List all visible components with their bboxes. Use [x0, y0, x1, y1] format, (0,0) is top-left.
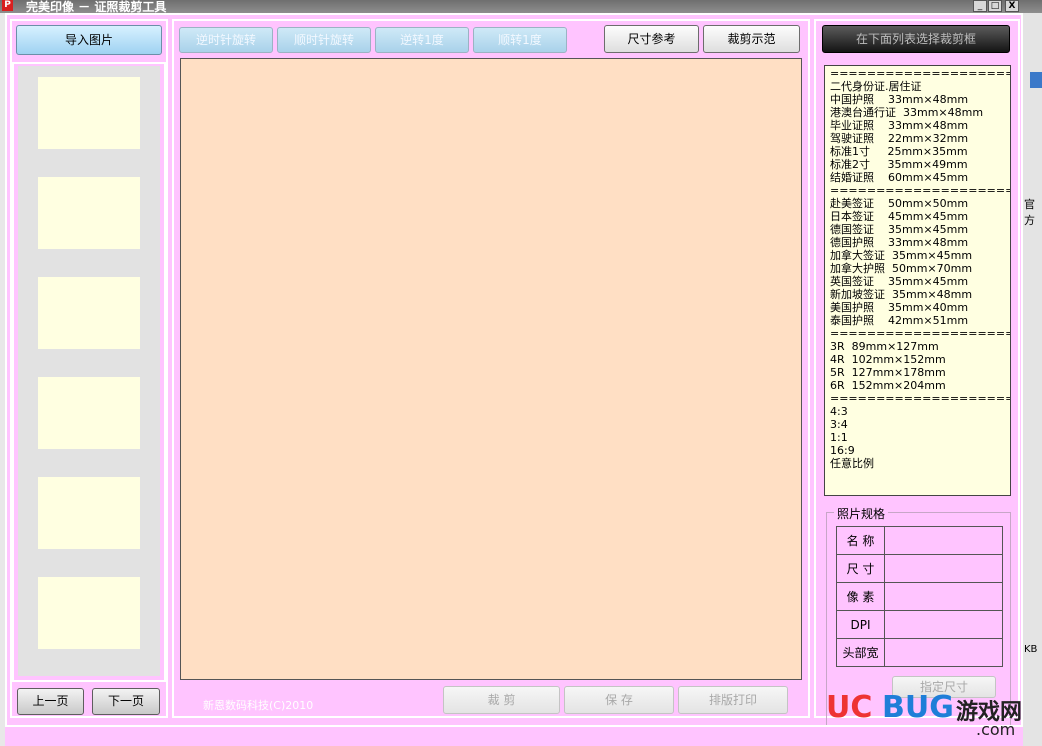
size-reference-item[interactable]: 16:9 — [830, 444, 1010, 457]
size-reference-item[interactable]: 4:3 — [830, 405, 1010, 418]
size-reference-item[interactable]: 4R 102mm×152mm — [830, 353, 1010, 366]
rotate-ccw-1deg-button[interactable]: 逆转1度 — [375, 27, 469, 53]
photo-spec-legend: 照片规格 — [834, 505, 889, 522]
image-canvas[interactable] — [180, 58, 802, 680]
size-reference-item[interactable]: 日本签证 45mm×45mm — [830, 210, 1010, 223]
size-reference-item[interactable]: ================================ — [830, 67, 1010, 80]
size-reference-item[interactable]: 结婚证照 60mm×45mm — [830, 171, 1010, 184]
size-reference-item[interactable]: ================================ — [830, 184, 1010, 197]
size-reference-item[interactable]: 5R 127mm×178mm — [830, 366, 1010, 379]
size-reference-item[interactable]: 港澳台通行证 33mm×48mm — [830, 106, 1010, 119]
window-title: 完美印像 － 证照裁剪工具 — [26, 0, 167, 13]
size-reference-list[interactable]: ================================二代身份证.居住… — [824, 65, 1011, 496]
close-button[interactable]: X — [1005, 0, 1019, 12]
minimize-button[interactable]: _ — [973, 0, 987, 12]
thumbnail-slot[interactable] — [38, 377, 140, 449]
thumbnail-slot[interactable] — [38, 277, 140, 349]
size-reference-item[interactable]: 德国签证 35mm×45mm — [830, 223, 1010, 236]
spec-row-value — [884, 582, 1003, 611]
size-reference-item[interactable]: 标准1寸 25mm×35mm — [830, 145, 1010, 158]
spec-row-label: 尺 寸 — [836, 554, 885, 583]
spec-row-value — [884, 554, 1003, 583]
crop-demo-button[interactable]: 裁剪示范 — [703, 25, 800, 53]
spec-row-label: DPI — [836, 610, 885, 639]
size-reference-item[interactable]: 驾驶证照 22mm×32mm — [830, 132, 1010, 145]
size-reference-item[interactable]: 新加坡签证 35mm×48mm — [830, 288, 1010, 301]
desktop-text-kb: KB — [1024, 644, 1038, 655]
size-reference-button[interactable]: 尺寸参考 — [604, 25, 699, 53]
spec-row-value — [884, 526, 1003, 555]
select-crop-frame-button[interactable]: 在下面列表选择裁剪框 — [822, 25, 1010, 53]
save-button[interactable]: 保 存 — [564, 686, 674, 714]
size-reference-item[interactable]: 任意比例 — [830, 457, 1010, 470]
size-reference-item[interactable]: 毕业证照 33mm×48mm — [830, 119, 1010, 132]
spec-row-label: 像 素 — [836, 582, 885, 611]
size-reference-item[interactable]: ================================ — [830, 392, 1010, 405]
rotate-ccw-button[interactable]: 逆时针旋转 — [179, 27, 273, 53]
import-image-button[interactable]: 导入图片 — [16, 25, 162, 55]
thumbnail-slot[interactable] — [38, 177, 140, 249]
size-reference-item[interactable]: 泰国护照 42mm×51mm — [830, 314, 1010, 327]
size-reference-item[interactable]: 6R 152mm×204mm — [830, 379, 1010, 392]
size-reference-item[interactable]: 中国护照 33mm×48mm — [830, 93, 1010, 106]
photo-spec-table: 名 称尺 寸像 素 DPI 头部宽 — [836, 526, 1003, 667]
size-reference-item[interactable]: 3:4 — [830, 418, 1010, 431]
thumbnail-slot[interactable] — [38, 477, 140, 549]
title-bar[interactable]: P 完美印像 － 证照裁剪工具 _ □ X — [0, 0, 1042, 13]
size-reference-item[interactable]: 二代身份证.居住证 — [830, 80, 1010, 93]
spec-row: 头部宽 — [836, 638, 1003, 667]
spec-row: 像 素 — [836, 582, 1003, 611]
desktop-text: 官方 — [1024, 198, 1035, 227]
watermark-com: .com — [976, 720, 1016, 739]
maximize-button[interactable]: □ — [988, 0, 1002, 12]
size-reference-item[interactable]: 加拿大签证 35mm×45mm — [830, 249, 1010, 262]
spec-row: DPI — [836, 610, 1003, 639]
watermark-uc: UC — [826, 690, 873, 725]
desktop-app-icon — [1030, 72, 1042, 88]
size-reference-item[interactable]: 赴美签证 50mm×50mm — [830, 197, 1010, 210]
spec-row-label: 名 称 — [836, 526, 885, 555]
size-reference-item[interactable]: ================================ — [830, 327, 1010, 340]
thumbnail-slot[interactable] — [38, 77, 140, 149]
size-reference-item[interactable]: 1:1 — [830, 431, 1010, 444]
spec-row-label: 头部宽 — [836, 638, 885, 667]
size-reference-item[interactable]: 英国签证 35mm×45mm — [830, 275, 1010, 288]
size-reference-item[interactable]: 3R 89mm×127mm — [830, 340, 1010, 353]
thumbnail-slot[interactable] — [38, 577, 140, 649]
watermark-bug: BUG — [882, 690, 954, 725]
copyright-text: 新恩数码科技(C)2010 — [203, 699, 314, 712]
spec-row-value — [884, 610, 1003, 639]
next-page-button[interactable]: 下一页 — [92, 688, 160, 715]
app-logo-icon: P — [2, 0, 13, 11]
spec-row-value — [884, 638, 1003, 667]
prev-page-button[interactable]: 上一页 — [17, 688, 84, 715]
size-reference-item[interactable]: 标准2寸 35mm×49mm — [830, 158, 1010, 171]
spec-row: 尺 寸 — [836, 554, 1003, 583]
desktop-right-strip — [1023, 13, 1042, 746]
crop-button[interactable]: 裁 剪 — [443, 686, 560, 714]
watermark-logo: UC BUG 游戏网 .com — [826, 690, 1040, 746]
rotate-cw-1deg-button[interactable]: 顺转1度 — [473, 27, 567, 53]
size-reference-item[interactable]: 德国护照 33mm×48mm — [830, 236, 1010, 249]
spec-row: 名 称 — [836, 526, 1003, 555]
size-reference-item[interactable]: 加拿大护照 50mm×70mm — [830, 262, 1010, 275]
layout-print-button[interactable]: 排版打印 — [678, 686, 788, 714]
size-reference-item[interactable]: 美国护照 35mm×40mm — [830, 301, 1010, 314]
rotate-cw-button[interactable]: 顺时针旋转 — [277, 27, 371, 53]
